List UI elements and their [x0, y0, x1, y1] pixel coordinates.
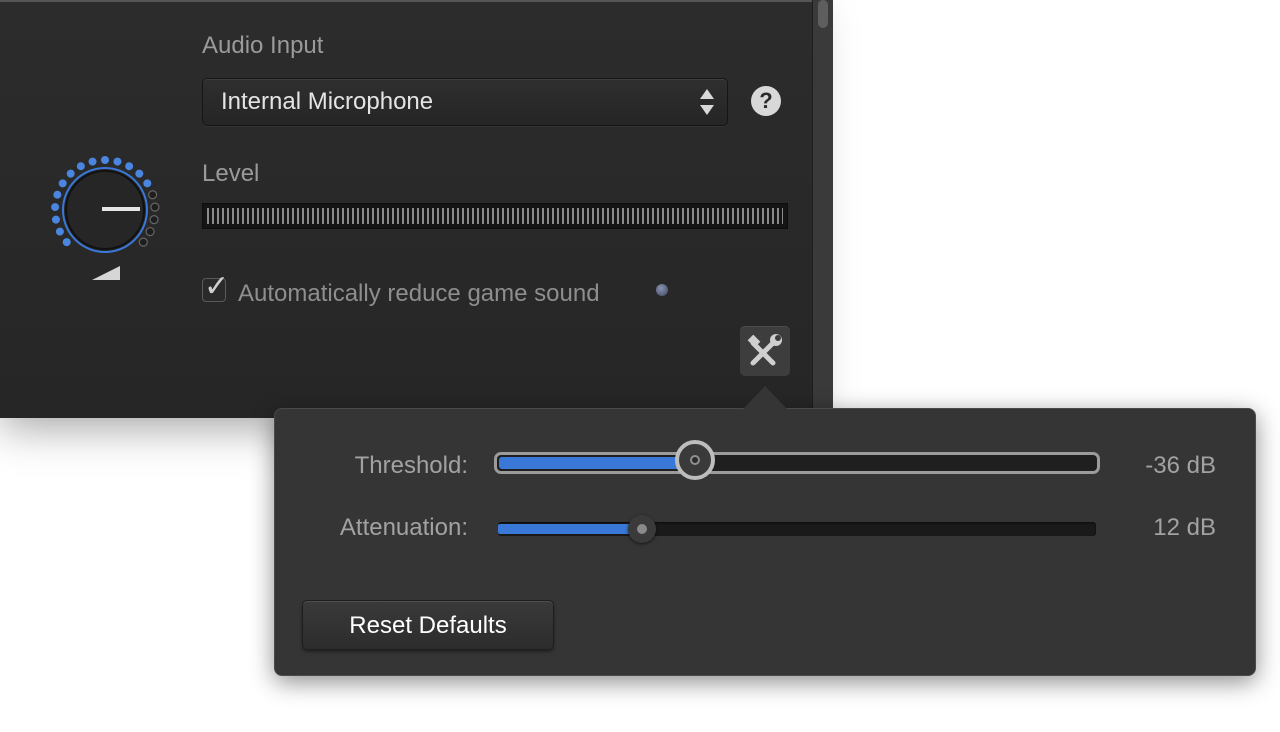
- knob-level-dot: [148, 190, 158, 200]
- knob-level-dot: [113, 157, 122, 166]
- knob-level-dot: [51, 203, 60, 212]
- reset-defaults-button[interactable]: Reset Defaults: [302, 600, 554, 650]
- level-meter-ticks: [207, 208, 783, 224]
- attenuation-label: Attenuation:: [339, 514, 468, 541]
- status-indicator-dot: [656, 284, 668, 296]
- auto-reduce-label[interactable]: Automatically reduce game sound: [238, 280, 600, 308]
- audio-input-select[interactable]: Internal Microphone: [202, 78, 728, 126]
- volume-ramp-icon: [92, 266, 120, 280]
- attenuation-slider-fill: [498, 524, 642, 534]
- knob-level-dot: [125, 162, 134, 171]
- knob-level-dot: [135, 169, 144, 178]
- attenuation-slider-thumb[interactable]: [627, 515, 656, 543]
- up-down-arrows-icon: [700, 89, 714, 115]
- knob-level-dot: [88, 157, 97, 166]
- ducking-settings-button[interactable]: [740, 326, 790, 376]
- level-meter: [202, 203, 788, 229]
- knob-level-dot: [58, 179, 67, 188]
- knob-level-dot: [101, 156, 109, 164]
- knob-level-dot: [150, 202, 160, 212]
- knob-level-dot: [138, 237, 148, 247]
- knob-level-dot: [62, 238, 71, 247]
- knob-level-dot: [55, 227, 64, 236]
- knob-level-dot: [149, 215, 159, 225]
- help-icon[interactable]: ?: [751, 86, 781, 116]
- tools-icon: [747, 334, 782, 366]
- knob-level-dot: [51, 215, 60, 224]
- checkmark-icon: ✓: [204, 270, 230, 303]
- attenuation-value: 12 dB: [1153, 514, 1216, 541]
- popover-arrow: [743, 386, 787, 409]
- threshold-label: Threshold:: [354, 452, 468, 479]
- auto-reduce-checkbox[interactable]: ✓: [202, 270, 229, 303]
- knob-level-dot: [145, 226, 155, 237]
- knob-level-dot: [143, 179, 152, 188]
- knob-level-dot: [66, 169, 75, 178]
- level-label: Level: [202, 160, 260, 187]
- audio-input-value: Internal Microphone: [221, 88, 434, 115]
- threshold-slider-fill: [499, 457, 697, 469]
- threshold-slider-track[interactable]: [494, 452, 1100, 474]
- scrollbar[interactable]: [812, 0, 833, 408]
- threshold-value: -36 dB: [1145, 452, 1216, 479]
- input-gain-knob[interactable]: [46, 150, 172, 284]
- audio-input-label: Audio Input: [202, 32, 324, 59]
- knob-level-dot: [76, 162, 85, 171]
- scrollbar-thumb[interactable]: [818, 0, 828, 28]
- attenuation-slider-track[interactable]: [498, 522, 1096, 536]
- knob-level-dot: [53, 190, 62, 199]
- knob-graphic: [51, 156, 160, 280]
